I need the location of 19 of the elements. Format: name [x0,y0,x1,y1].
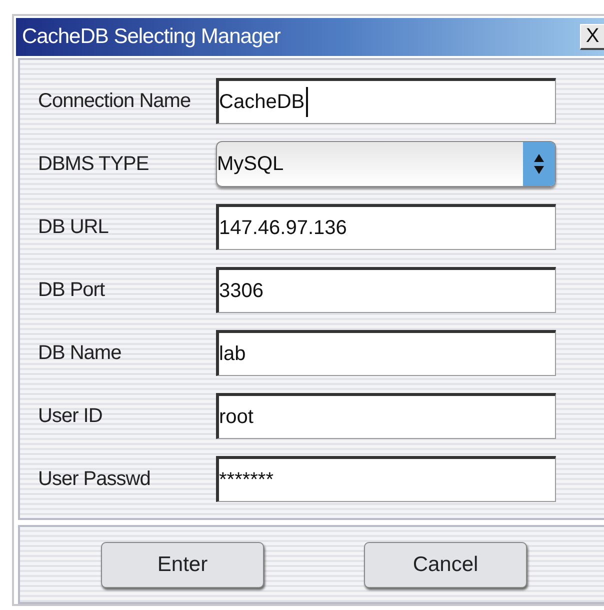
spinner-icon [523,142,555,186]
field-label: DB Name [38,342,122,364]
input-field[interactable]: 147.46.97.136 [216,204,556,250]
dialog-button[interactable]: Cancel [364,542,527,588]
input-field[interactable]: root [216,393,556,439]
input-field[interactable]: 3306 [216,267,556,313]
dialog-button[interactable]: Enter [101,542,264,588]
field-label: Connection Name [38,90,192,112]
close-button[interactable]: X [580,24,604,50]
field-label: DB URL [38,216,110,238]
input-field[interactable]: CacheDB [216,78,556,124]
field-label: DBMS TYPE [38,152,150,176]
dbms-select[interactable]: MySQL [216,141,556,187]
field-label: User ID [38,404,104,428]
input-field[interactable]: ******* [216,456,556,502]
input-field[interactable]: lab [216,330,556,376]
window-title: CacheDB Selecting Manager [22,25,280,49]
field-label: User Passwd [38,468,152,490]
field-label: DB Port [38,278,106,302]
